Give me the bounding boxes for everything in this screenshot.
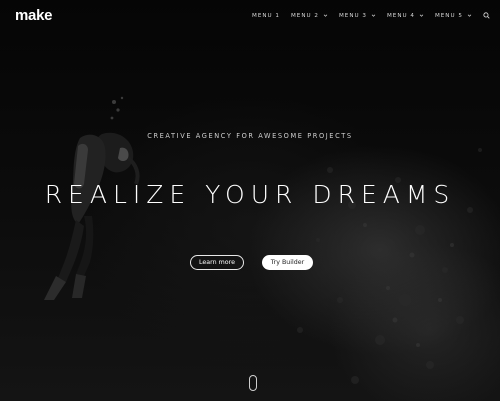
hero-tagline: CREATIVE AGENCY FOR AWESOME PROJECTS [147, 132, 353, 140]
search-icon[interactable] [483, 12, 490, 19]
chevron-down-icon [323, 14, 328, 17]
chevron-down-icon [467, 14, 472, 17]
logo[interactable]: make [15, 7, 52, 24]
nav-item-label: MENU 5 [434, 12, 463, 19]
mouse-scroll-icon[interactable] [249, 375, 257, 391]
try-builder-button[interactable]: Try Builder [262, 255, 313, 270]
top-navbar: make MENU 1 MENU 2 MENU 3 MENU 4 MENU 5 [0, 0, 500, 34]
nav-item-menu-1[interactable]: MENU 1 [252, 13, 280, 19]
learn-more-button[interactable]: Learn more [190, 255, 244, 270]
chevron-down-icon [371, 14, 376, 17]
nav-item-menu-4[interactable]: MENU 4 [387, 13, 424, 19]
hero-headline: REALIZE YOUR DREAMS [44, 180, 456, 209]
nav-item-label: MENU 4 [386, 12, 415, 19]
nav-item-menu-5[interactable]: MENU 5 [435, 13, 472, 19]
nav-item-menu-2[interactable]: MENU 2 [291, 13, 328, 19]
hero-section: make MENU 1 MENU 2 MENU 3 MENU 4 MENU 5 [0, 0, 500, 401]
main-nav: MENU 1 MENU 2 MENU 3 MENU 4 MENU 5 [252, 12, 500, 19]
nav-item-label: MENU 1 [252, 12, 280, 19]
nav-item-label: MENU 2 [290, 12, 319, 19]
chevron-down-icon [419, 14, 424, 17]
nav-item-menu-3[interactable]: MENU 3 [339, 13, 376, 19]
nav-item-label: MENU 3 [338, 12, 367, 19]
